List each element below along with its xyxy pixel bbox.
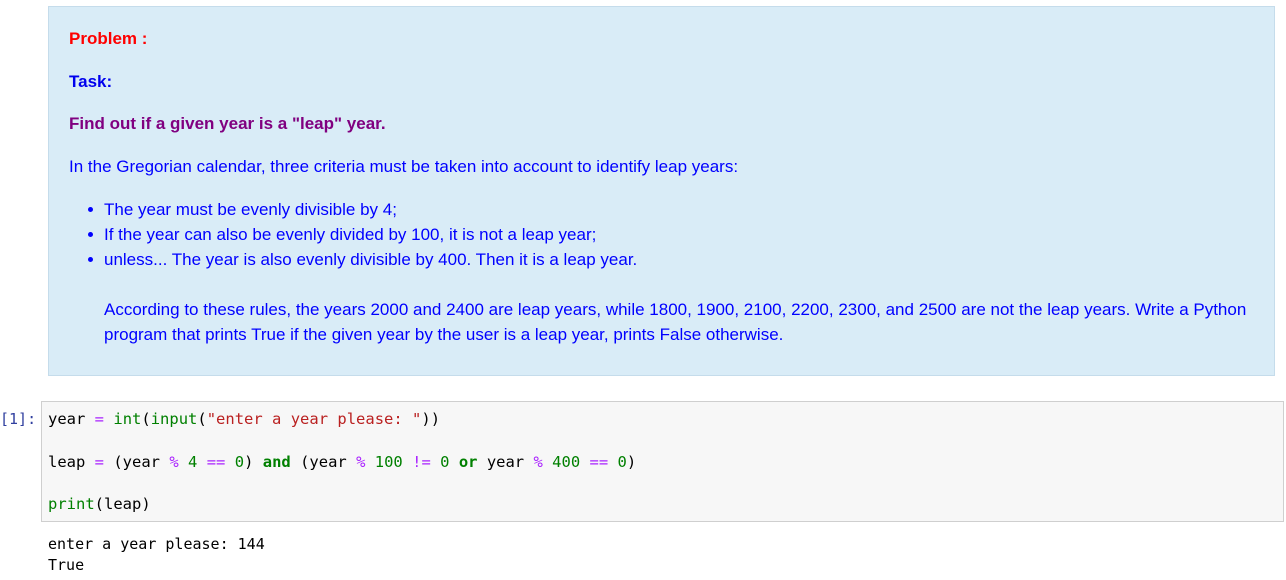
rules-paragraph: According to these rules, the years 2000… bbox=[104, 300, 1247, 344]
code-cell-editor[interactable]: year = int(input("enter a year please: "… bbox=[41, 401, 1284, 522]
intro-text: In the Gregorian calendar, three criteri… bbox=[69, 157, 739, 176]
list-item: The year must be evenly divisible by 4; bbox=[69, 197, 637, 222]
cell-prompt: [1]: bbox=[0, 410, 37, 428]
code-line: leap = (year % 4 == 0) and (year % 100 !… bbox=[48, 453, 637, 471]
output-line: True bbox=[48, 556, 85, 574]
output-line: enter a year please: 144 bbox=[48, 535, 265, 553]
problem-label: Problem : bbox=[69, 29, 148, 48]
task-label: Task: bbox=[69, 72, 113, 91]
task-heading: Find out if a given year is a "leap" yea… bbox=[69, 114, 386, 133]
list-item: unless... The year is also evenly divisi… bbox=[69, 247, 637, 272]
cell-output: enter a year please: 144 True bbox=[48, 534, 265, 576]
markdown-cell[interactable]: Problem : Task: Find out if a given year… bbox=[48, 6, 1275, 376]
list-item: If the year can also be evenly divided b… bbox=[69, 222, 637, 247]
criteria-list: The year must be evenly divisible by 4; … bbox=[69, 197, 637, 272]
code-line: year = int(input("enter a year please: "… bbox=[48, 410, 441, 428]
code-line: print(leap) bbox=[48, 495, 151, 513]
